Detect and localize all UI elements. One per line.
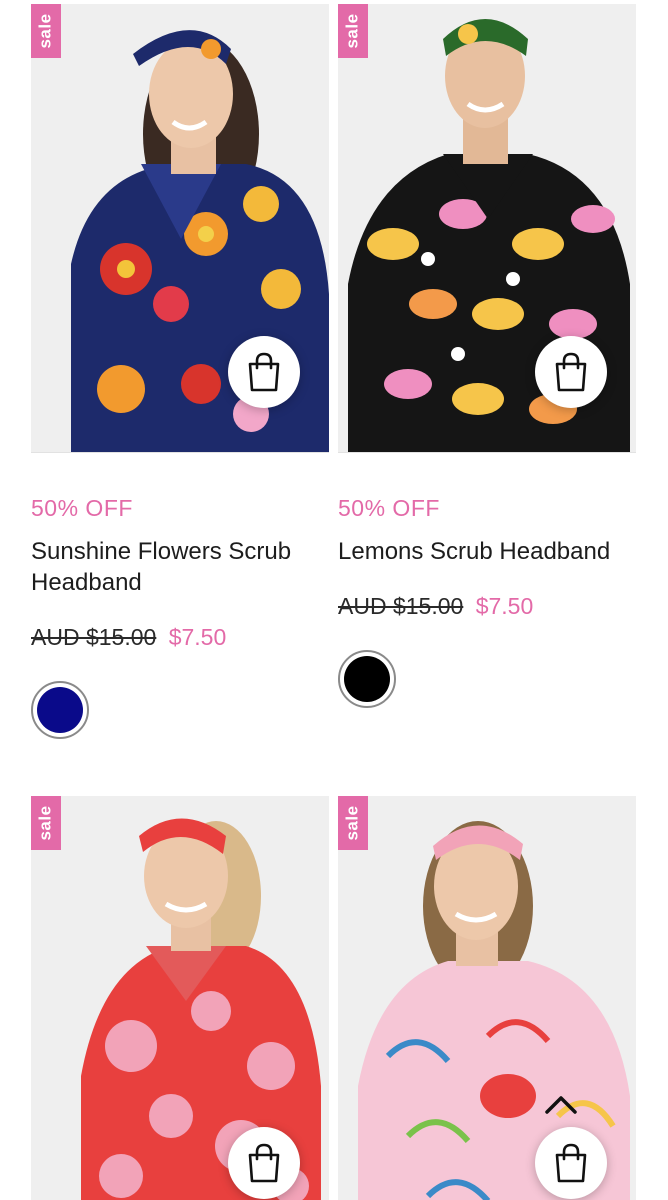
swatch-fill	[37, 687, 83, 733]
sale-badge: sale	[338, 4, 368, 58]
add-to-cart-button[interactable]	[228, 1127, 300, 1199]
color-swatch[interactable]	[31, 681, 89, 739]
scroll-top-button[interactable]	[543, 1092, 579, 1121]
price-row: AUD $15.00 $7.50	[31, 624, 329, 651]
price-row: AUD $15.00 $7.50	[338, 593, 636, 620]
product-image[interactable]: sale	[338, 796, 636, 1200]
shopping-bag-icon	[248, 1143, 280, 1183]
swatch-fill	[344, 656, 390, 702]
discount-label: 50% OFF	[31, 495, 133, 521]
product-card[interactable]: sale	[338, 796, 636, 1200]
shopping-bag-icon	[555, 1143, 587, 1183]
sale-badge: sale	[338, 796, 368, 850]
shopping-bag-icon	[555, 352, 587, 392]
add-to-cart-button[interactable]	[535, 336, 607, 408]
chevron-up-icon	[545, 1096, 577, 1114]
shopping-bag-icon	[248, 352, 280, 392]
add-to-cart-button[interactable]	[535, 1127, 607, 1199]
product-name[interactable]: Lemons Scrub Headband	[338, 536, 636, 567]
product-card[interactable]: sale 50% OFF Lemons Scrub Headband AUD $…	[338, 4, 636, 708]
sale-badge: sale	[31, 796, 61, 850]
sale-price: $7.50	[475, 593, 534, 619]
sale-price: $7.50	[168, 624, 227, 650]
original-price: AUD $15.00	[338, 593, 464, 619]
product-card[interactable]: sale 50% OFF Sunshine Flowers Scrub Head…	[31, 4, 329, 739]
discount-label: 50% OFF	[338, 495, 440, 521]
color-swatch[interactable]	[338, 650, 396, 708]
product-image[interactable]: sale	[31, 4, 329, 453]
original-price: AUD $15.00	[31, 624, 157, 650]
product-grid: sale 50% OFF Sunshine Flowers Scrub Head…	[0, 0, 668, 1200]
add-to-cart-button[interactable]	[228, 336, 300, 408]
sale-badge: sale	[31, 4, 61, 58]
product-name[interactable]: Sunshine Flowers Scrub Headband	[31, 536, 329, 598]
product-image[interactable]: sale	[338, 4, 636, 453]
product-card[interactable]: sale	[31, 796, 329, 1200]
product-image[interactable]: sale	[31, 796, 329, 1200]
